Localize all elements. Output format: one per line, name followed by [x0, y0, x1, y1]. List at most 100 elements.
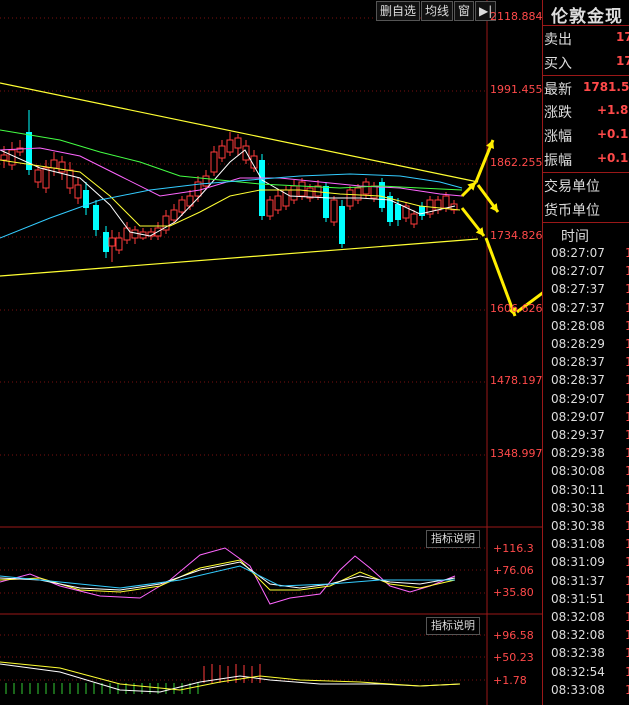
candle-body [8, 149, 16, 166]
divider [543, 172, 629, 173]
quote-value: +0.10 [597, 127, 629, 141]
candle-body [42, 167, 50, 189]
candle-body [103, 232, 109, 252]
time-row-value: 1 [625, 628, 629, 642]
chart-canvas[interactable] [0, 0, 542, 705]
candle-body [108, 237, 116, 247]
quote-row-latest: 最新 1781.5 [543, 77, 629, 101]
quote-label: 振幅 [544, 153, 572, 169]
time-row: 08:32:54 [551, 664, 605, 679]
time-row-value: 1 [625, 537, 629, 551]
time-row: 08:29:07 [551, 391, 605, 406]
time-column-header: 时间 [561, 229, 589, 245]
time-row: 08:33:08 [551, 682, 605, 697]
time-row-value: 1 [625, 337, 629, 351]
time-row: 08:30:08 [551, 464, 605, 479]
quote-label: 买入 [544, 56, 572, 72]
price-tick: 2118.884 [490, 10, 543, 23]
time-row-value: 1 [625, 574, 629, 588]
time-row: 08:27:07 [551, 246, 605, 260]
quote-value: 17 [616, 54, 629, 68]
currency-unit-row: 货币单位 [543, 198, 629, 222]
time-row: 08:28:08 [551, 318, 605, 333]
time-row: 08:30:38 [551, 519, 605, 533]
time-row-value: 1 [625, 519, 629, 533]
quote-label: 卖出 [544, 32, 572, 48]
indicator-tick: +76.06 [493, 564, 534, 577]
delete-watchlist-button[interactable]: 删自选 [376, 1, 421, 21]
candle-body [259, 160, 265, 216]
candle-body [178, 199, 186, 213]
time-row: 08:28:37 [551, 355, 605, 370]
indicator-line [0, 561, 456, 591]
time-row: 08:30:11 [551, 482, 605, 497]
quote-row-sell: 卖出 17 [543, 27, 629, 51]
time-row-value: 1 [625, 683, 629, 697]
time-row-value: 1 [625, 464, 629, 478]
time-row-value: 1 [625, 392, 629, 406]
time-row: 08:32:38 [551, 646, 605, 661]
candle-body [290, 185, 298, 201]
time-row: 08:29:37 [551, 428, 605, 442]
quote-row-amplitude: 振幅 +0.14 [543, 148, 629, 172]
candle-body [74, 184, 82, 199]
currency-unit-label: 货币单位 [544, 203, 600, 219]
time-row: 08:29:07 [551, 409, 605, 424]
time-row-value: 1 [625, 246, 629, 260]
indicator-tick: +35.80 [493, 586, 534, 599]
quote-row-change: 涨跌 +1.8 [543, 100, 629, 124]
candle-body [234, 137, 242, 149]
candle-body [410, 213, 418, 225]
divider [543, 25, 629, 26]
candle-body [218, 145, 226, 159]
candle-body [442, 195, 450, 209]
candle-body [330, 199, 338, 223]
window-button[interactable]: 窗 [454, 1, 475, 21]
indicator-explain-button[interactable]: 指标说明 [426, 530, 480, 548]
time-row-value: 1 [625, 501, 629, 515]
time-row-value: 1 [625, 282, 629, 296]
time-row: 08:31:51 [551, 591, 605, 606]
time-row-value: 1 [625, 355, 629, 369]
time-row: 08:32:08 [551, 628, 605, 643]
candle-body [210, 151, 218, 173]
candle-body [242, 145, 250, 161]
indicator-tick: +1.78 [493, 674, 527, 687]
time-row-value: 1 [625, 264, 629, 278]
time-row: 08:31:09 [551, 555, 605, 570]
indicator-line [0, 663, 461, 693]
candle-body [202, 175, 210, 187]
time-row: 08:27:37 [551, 282, 605, 297]
candle-body [131, 229, 139, 239]
candle-body [323, 186, 329, 218]
time-row-value: 1 [625, 446, 629, 460]
divider [543, 75, 629, 76]
price-tick: 1734.826 [490, 229, 543, 242]
moving-average-button[interactable]: 均线 [421, 1, 454, 21]
candlestick-chart-area[interactable]: 删自选 均线 窗 ▶| 2118.884 1991.455 1862.255 1… [0, 0, 543, 705]
quote-row-change-pct: 涨幅 +0.10 [543, 124, 629, 148]
trade-unit-label: 交易单位 [544, 179, 600, 195]
candle-body [93, 205, 99, 230]
price-tick: 1862.255 [490, 156, 543, 169]
indicator-tick: +116.3 [493, 542, 534, 555]
quote-value: 17 [616, 30, 629, 44]
time-row-value: 1 [625, 610, 629, 624]
price-tick: 1991.455 [490, 83, 543, 96]
time-row: 08:28:29 [551, 337, 605, 351]
quote-label: 涨跌 [544, 105, 572, 121]
quote-value: +0.14 [597, 151, 629, 165]
time-row-value: 1 [625, 410, 629, 424]
quote-value: 1781.5 [583, 80, 629, 94]
price-tick: 1606.626 [490, 302, 543, 315]
indicator-explain-button[interactable]: 指标说明 [426, 617, 480, 635]
candle-body [34, 169, 42, 183]
candle-body [0, 154, 8, 161]
time-row: 08:28:37 [551, 373, 605, 388]
chart-toolbar: 删自选 均线 窗 ▶| [376, 1, 497, 21]
candle-body [298, 181, 306, 197]
trendline-upper [0, 82, 479, 183]
candle-body [66, 169, 74, 189]
quote-row-buy: 买入 17 [543, 51, 629, 75]
trendline-lower [0, 238, 479, 277]
